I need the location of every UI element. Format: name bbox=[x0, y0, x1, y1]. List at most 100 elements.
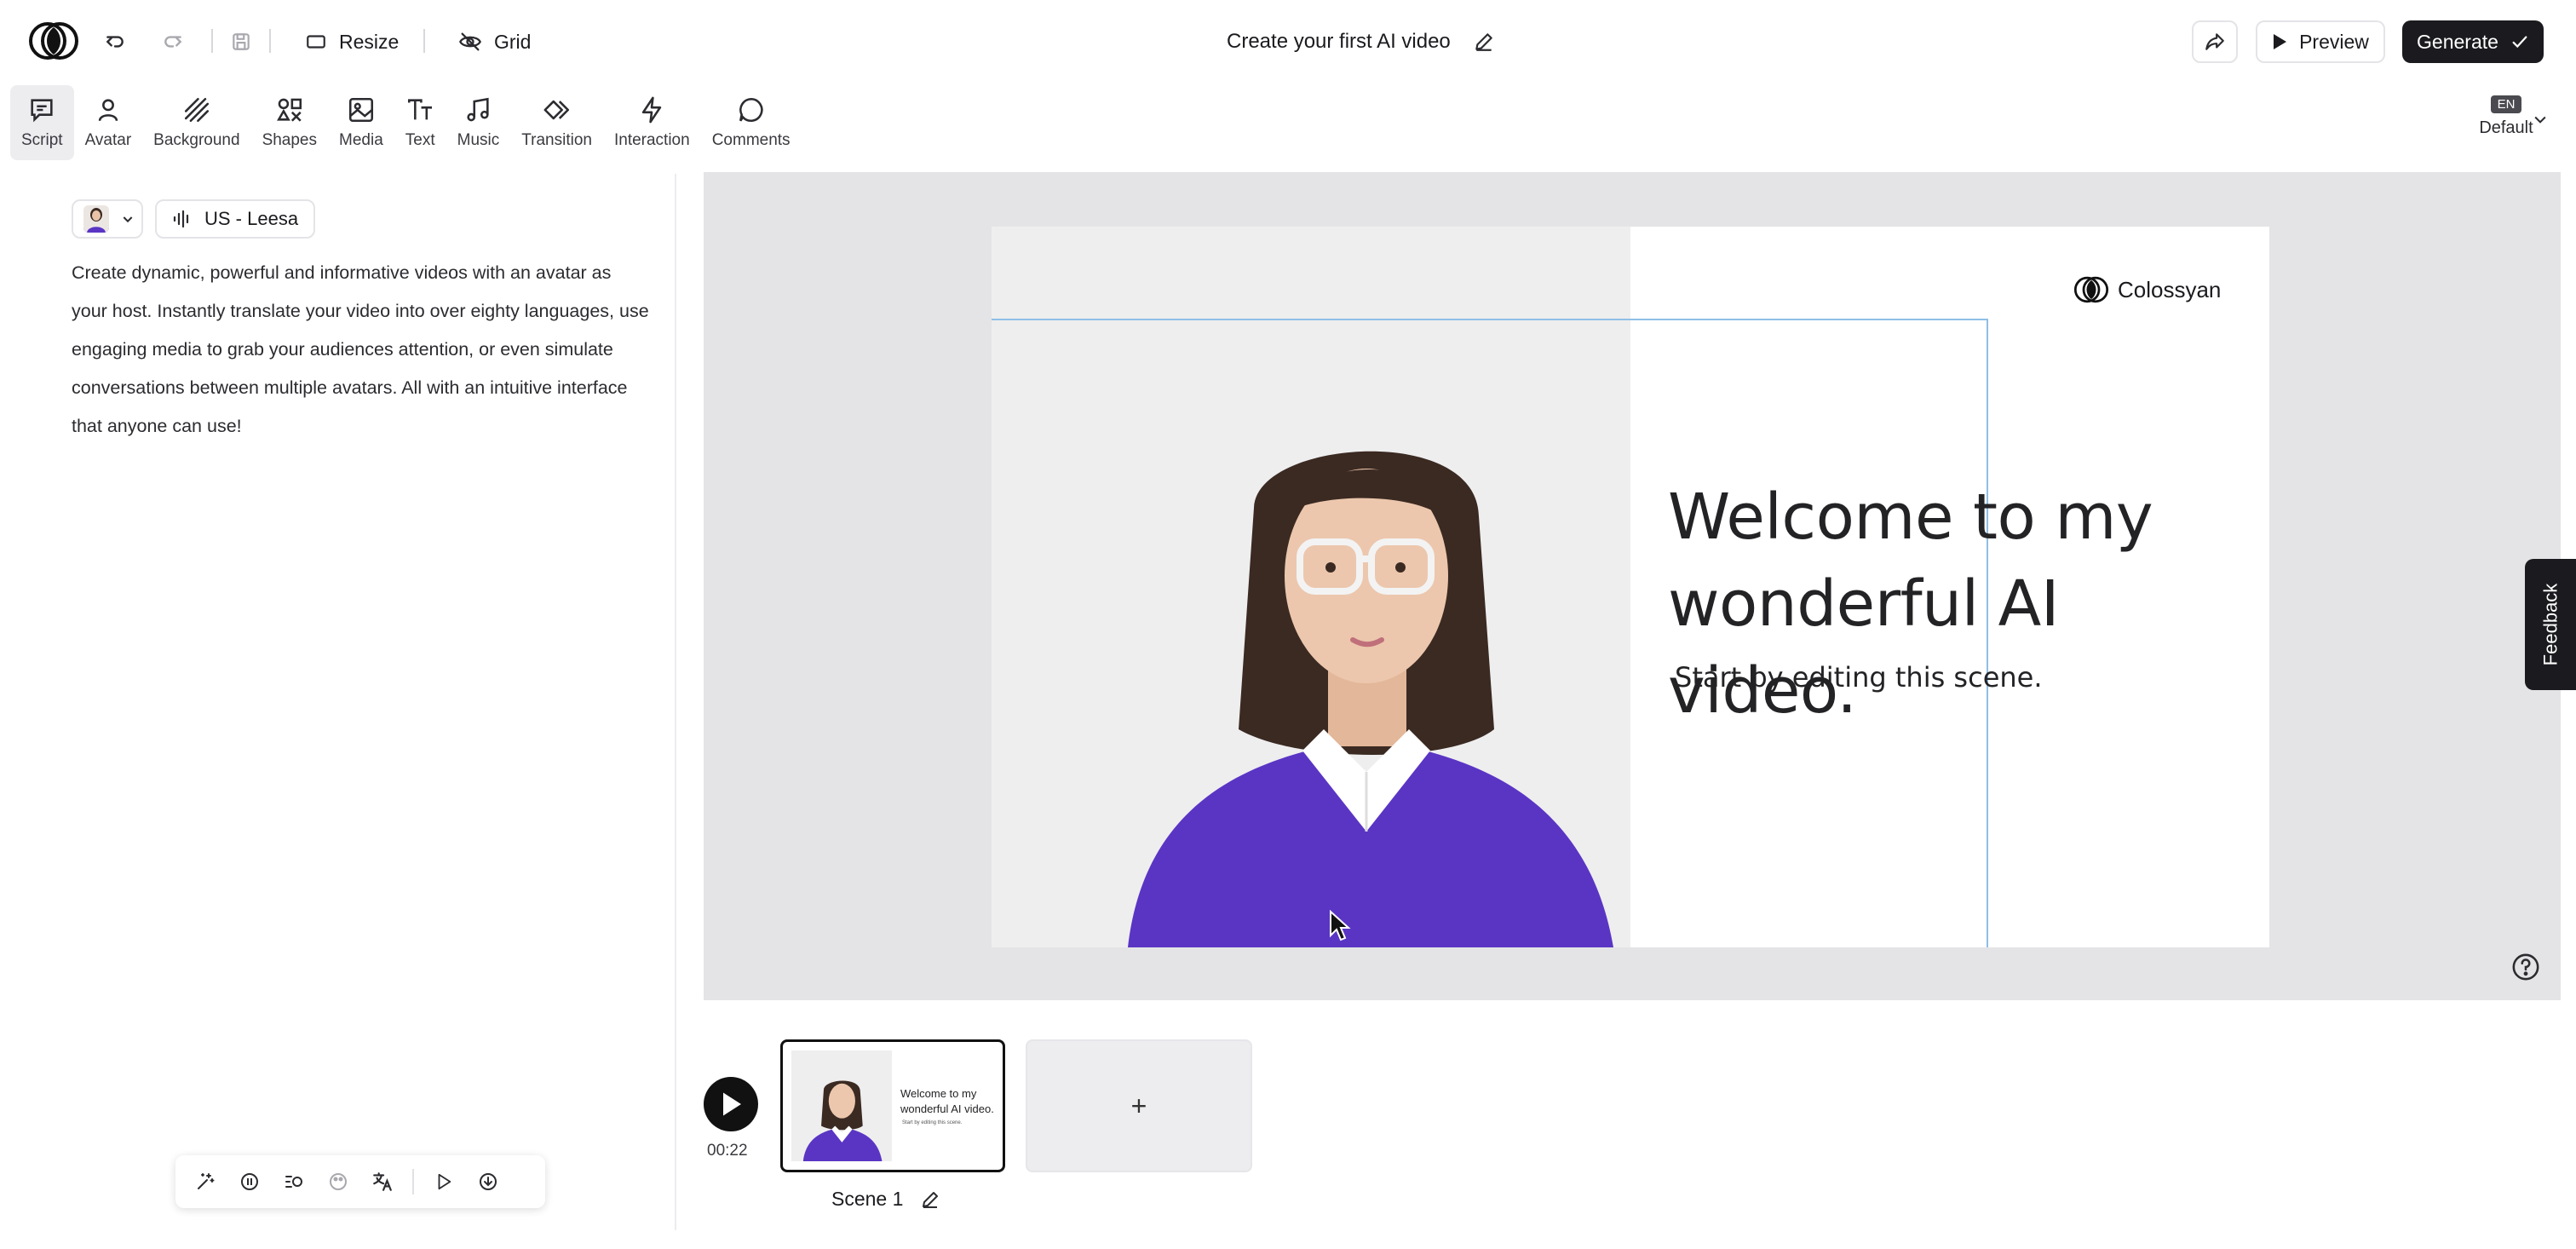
divider bbox=[423, 29, 425, 53]
tool-label: Interaction bbox=[613, 131, 690, 149]
voice-dropdown[interactable]: US - Leesa bbox=[155, 199, 316, 239]
video-duration: 00:22 bbox=[707, 1142, 748, 1160]
waveform-icon bbox=[173, 210, 189, 228]
thumb-subtitle: Start by editing this scene. bbox=[902, 1120, 963, 1125]
tool-label: Avatar bbox=[84, 131, 132, 149]
script-panel: US - Leesa Create dynamic, powerful and … bbox=[22, 174, 676, 1230]
slide-title-line: wonderful AI video. bbox=[1668, 567, 2060, 728]
play-icon bbox=[723, 1092, 741, 1116]
divider bbox=[412, 1169, 414, 1194]
shapes-icon bbox=[276, 98, 302, 122]
image-icon bbox=[348, 97, 373, 123]
preview-label: Preview bbox=[2299, 30, 2369, 53]
divider bbox=[269, 29, 271, 53]
grid-label: Grid bbox=[494, 30, 532, 53]
grid-button[interactable]: Grid bbox=[458, 22, 531, 61]
scene-label[interactable]: Scene 1 bbox=[831, 1188, 940, 1211]
translate-icon[interactable] bbox=[368, 1167, 397, 1196]
chevron-down-icon bbox=[123, 216, 133, 223]
brand-logo[interactable]: Colossyan bbox=[2073, 274, 2221, 305]
thumb-title: Welcome to my wonderful AI video. bbox=[900, 1087, 994, 1115]
tool-label: Comments bbox=[711, 131, 791, 149]
resize-icon bbox=[307, 35, 325, 49]
comment-bubble-icon bbox=[739, 97, 763, 122]
pencil-icon[interactable] bbox=[1473, 31, 1495, 53]
language-label: Default bbox=[2479, 118, 2533, 137]
slide-preview[interactable]: Colossyan Welcome to my wonderful AI vid… bbox=[992, 227, 2269, 947]
feedback-tab[interactable]: Feedback bbox=[2525, 559, 2576, 690]
slide-title-line: Welcome to my bbox=[1668, 481, 2153, 554]
avatar-thumbnail bbox=[83, 205, 109, 233]
scene-name: Scene 1 bbox=[831, 1188, 904, 1210]
tool-shapes[interactable]: Shapes bbox=[251, 85, 328, 160]
person-icon bbox=[98, 99, 118, 122]
brand-name: Colossyan bbox=[2118, 276, 2222, 302]
tool-label: Text bbox=[405, 131, 435, 149]
slide-title[interactable]: Welcome to my wonderful AI video. bbox=[1668, 474, 2264, 734]
colossyan-logo-icon[interactable] bbox=[29, 19, 78, 63]
tool-label: Shapes bbox=[262, 131, 318, 149]
music-note-icon bbox=[467, 97, 490, 122]
voice-label: US - Leesa bbox=[204, 208, 299, 229]
text-icon bbox=[408, 99, 433, 120]
canvas-area[interactable]: Colossyan Welcome to my wonderful AI vid… bbox=[704, 172, 2561, 1000]
share-arrow-icon bbox=[2205, 33, 2224, 50]
save-icon[interactable] bbox=[225, 26, 257, 58]
project-title-area[interactable]: Create your first AI video bbox=[1227, 22, 1495, 61]
tool-label: Transition bbox=[521, 131, 592, 149]
stripes-icon bbox=[184, 97, 209, 123]
script-toolbar bbox=[175, 1155, 545, 1208]
language-code-badge: EN bbox=[2490, 95, 2522, 113]
transition-icon bbox=[543, 100, 569, 120]
generate-label: Generate bbox=[2417, 30, 2498, 53]
play-icon bbox=[2274, 34, 2287, 49]
tool-text[interactable]: Text bbox=[394, 85, 446, 160]
undo-icon[interactable] bbox=[99, 26, 131, 58]
scene-thumbnail[interactable]: Welcome to my wonderful AI video. Start … bbox=[780, 1039, 1005, 1172]
tool-label: Media bbox=[339, 131, 383, 149]
project-title: Create your first AI video bbox=[1227, 30, 1451, 53]
tool-background[interactable]: Background bbox=[142, 85, 250, 160]
colossyan-mark-icon bbox=[2073, 276, 2109, 303]
slide-subtitle[interactable]: Start by editing this scene. bbox=[1675, 661, 2043, 694]
mouse-cursor-icon bbox=[1330, 910, 1351, 941]
pause-icon[interactable] bbox=[235, 1167, 264, 1196]
feedback-label: Feedback bbox=[2539, 583, 2561, 666]
tool-label: Background bbox=[153, 131, 240, 149]
pencil-icon[interactable] bbox=[920, 1189, 940, 1210]
chevron-down-icon[interactable] bbox=[2532, 111, 2549, 128]
palette-icon[interactable] bbox=[324, 1167, 353, 1196]
divider bbox=[211, 29, 213, 53]
eye-off-icon bbox=[459, 32, 481, 51]
thumb-avatar bbox=[802, 1080, 883, 1161]
add-scene-button[interactable]: + bbox=[1026, 1039, 1252, 1172]
avatar-dropdown[interactable] bbox=[72, 199, 143, 239]
tool-transition[interactable]: Transition bbox=[510, 85, 603, 160]
tool-avatar[interactable]: Avatar bbox=[74, 85, 143, 160]
tool-music[interactable]: Music bbox=[446, 85, 511, 160]
resize-label: Resize bbox=[339, 30, 400, 53]
tool-media[interactable]: Media bbox=[328, 85, 394, 160]
tool-interaction[interactable]: Interaction bbox=[603, 85, 701, 160]
resize-button[interactable]: Resize bbox=[305, 22, 399, 61]
timeline-play-button[interactable] bbox=[704, 1077, 758, 1131]
message-icon bbox=[31, 99, 53, 123]
script-textarea[interactable]: Create dynamic, powerful and informative… bbox=[72, 254, 651, 446]
plus-icon: + bbox=[1130, 1090, 1147, 1121]
tool-label: Music bbox=[457, 131, 500, 149]
tool-label: Script bbox=[21, 131, 63, 149]
play-outline-icon[interactable] bbox=[429, 1167, 458, 1196]
download-circle-icon[interactable] bbox=[474, 1167, 503, 1196]
tool-bar: Script Avatar Background Shapes Media Te… bbox=[10, 85, 802, 160]
help-icon[interactable] bbox=[2511, 953, 2540, 981]
tool-comments[interactable]: Comments bbox=[701, 85, 802, 160]
top-bar: Resize Grid Create your first AI video P… bbox=[0, 0, 2576, 83]
preview-button[interactable]: Preview bbox=[2256, 20, 2385, 63]
magic-wand-icon[interactable] bbox=[191, 1167, 220, 1196]
lightning-icon bbox=[642, 96, 662, 124]
generate-button[interactable]: Generate bbox=[2402, 20, 2544, 63]
redo-icon[interactable] bbox=[157, 26, 189, 58]
share-button[interactable] bbox=[2192, 20, 2238, 63]
tool-script[interactable]: Script bbox=[10, 85, 74, 160]
list-icon[interactable] bbox=[279, 1167, 308, 1196]
